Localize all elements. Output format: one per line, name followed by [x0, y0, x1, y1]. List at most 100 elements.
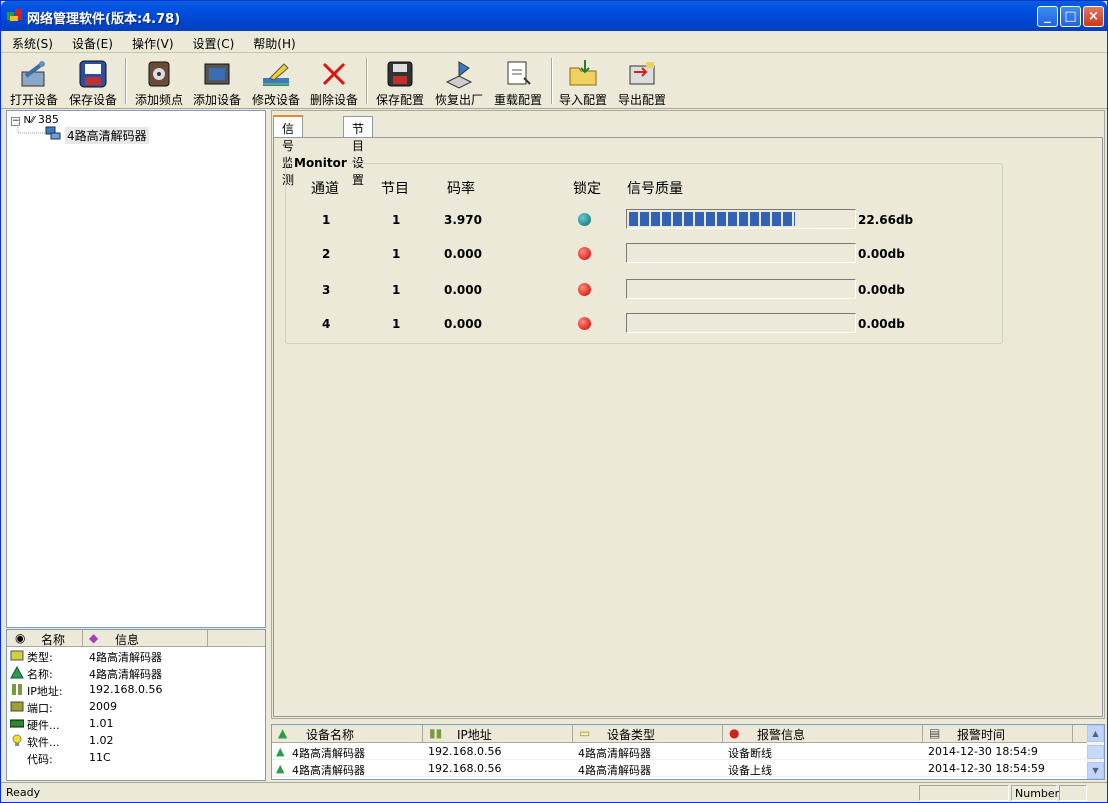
maximize-button[interactable]: □	[1060, 6, 1081, 27]
lock-fail-icon	[578, 247, 591, 260]
alarm-col-info[interactable]: ● 报警信息	[723, 725, 923, 743]
info-row-type: 类型: 4路高清解码器	[7, 647, 265, 664]
channel-value: 3	[322, 283, 331, 297]
channel-value: 2	[322, 247, 331, 261]
status-ready: Ready	[6, 786, 41, 799]
save-device-button[interactable]: 保存设备	[65, 56, 121, 107]
import-config-button[interactable]: 导入配置	[556, 56, 610, 107]
reload-config-button[interactable]: 重载配置	[490, 56, 546, 107]
type-col-icon: ▭	[579, 726, 591, 740]
signal-quality-bar	[626, 243, 856, 263]
alarm-scrollbar[interactable]: ▲ ▼	[1087, 725, 1104, 779]
title-bar[interactable]: 网络管理软件(版本:4.78) _ □ ×	[1, 1, 1107, 31]
alarm-row[interactable]: ▲ 4路高清解码器 192.168.0.56 4路高清解码器 设备上线 2014…	[272, 760, 1088, 777]
main-window: 网络管理软件(版本:4.78) _ □ × 系统(S) 设备(E) 操作(V) 设置(…	[0, 0, 1108, 803]
monitor-legend: Monitor	[292, 156, 349, 170]
clock-icon: ▤	[929, 726, 941, 740]
edit-device-button[interactable]: 修改设备	[249, 56, 303, 107]
name-icon	[10, 666, 24, 679]
export-config-icon	[629, 62, 655, 85]
window-title: 网络管理软件(版本:4.78)	[27, 12, 181, 27]
channel-value: 1	[322, 213, 331, 227]
bitrate-value: 3.970	[444, 213, 482, 227]
hardware-icon	[10, 719, 24, 728]
scroll-thumb[interactable]	[1087, 745, 1104, 759]
ip-icon	[12, 684, 22, 695]
port-icon	[10, 701, 24, 712]
export-config-button[interactable]: 导出配置	[615, 56, 669, 107]
lock-fail-icon	[578, 283, 591, 296]
device-tree[interactable]: − N⁄⁄ 385 4路高清解码器	[6, 110, 266, 628]
decoder-device-icon	[45, 126, 61, 140]
factory-reset-icon	[445, 61, 473, 89]
program-value: 1	[392, 247, 401, 261]
info-header-name[interactable]: 名称	[41, 631, 65, 648]
delete-device-icon	[322, 62, 346, 86]
alarm-col-type[interactable]: ▭ 设备类型	[573, 725, 723, 743]
close-button[interactable]: ×	[1083, 6, 1104, 27]
add-device-button[interactable]: 添加设备	[190, 56, 244, 107]
save-config-button[interactable]: 保存配置	[372, 56, 428, 107]
header-program: 节目	[381, 181, 409, 197]
factory-reset-button[interactable]: 恢复出厂	[431, 56, 487, 107]
signal-quality-text: 22.66db	[858, 213, 914, 227]
open-device-icon	[21, 61, 45, 87]
program-value: 1	[392, 317, 401, 331]
toolbar-separator	[551, 58, 553, 104]
signal-quality-bar	[626, 209, 856, 229]
toolbar: 打开设备 保存设备 添加频点 添加设备 修改设备 删除设备 保存配置 恢复出厂 …	[1, 54, 1107, 109]
scroll-down-icon[interactable]: ▼	[1087, 762, 1104, 779]
add-frequency-button[interactable]: 添加频点	[131, 56, 187, 107]
menu-system[interactable]: 系统(S)	[1, 31, 61, 52]
open-device-button[interactable]: 打开设备	[7, 56, 61, 107]
alarm-col-time[interactable]: ▤ 报警时间	[923, 725, 1073, 743]
bitrate-value: 0.000	[444, 283, 482, 297]
signal-quality-fill	[629, 212, 795, 226]
add-device-icon	[204, 63, 230, 85]
signal-quality-bar	[626, 279, 856, 299]
alarm-list[interactable]: ▲ 设备名称 ▮▮ IP地址 ▭ 设备类型 ● 报警信息 ▤ 报警时间 ▲ 4路高清解码器…	[271, 724, 1105, 780]
lock-fail-icon	[578, 317, 591, 330]
status-bar: Ready Number	[1, 782, 1107, 802]
alarm-col-name[interactable]: ▲ 设备名称	[272, 725, 423, 743]
program-value: 1	[392, 283, 401, 297]
toolbar-separator	[366, 58, 368, 104]
minimize-button[interactable]: _	[1037, 6, 1058, 27]
info-row-hardware: 硬件... 1.01	[7, 715, 265, 732]
alarm-col-ip[interactable]: ▮▮ IP地址	[423, 725, 573, 743]
tab-signal-monitor[interactable]: 信号监测	[273, 115, 304, 187]
header-quality: 信号质量	[627, 181, 683, 197]
bitrate-value: 0.000	[444, 247, 482, 261]
channel-value: 4	[322, 317, 331, 331]
scroll-up-icon[interactable]: ▲	[1087, 725, 1104, 742]
bitrate-value: 0.000	[444, 317, 482, 331]
save-config-icon	[387, 61, 413, 87]
toolbar-separator	[125, 58, 127, 104]
tab-program-settings[interactable]: 节目设置	[343, 116, 374, 187]
info-row-code: 代码: 11C	[27, 751, 111, 766]
menu-settings[interactable]: 设置(C)	[182, 31, 243, 52]
menu-device[interactable]: 设备(E)	[61, 31, 121, 52]
signal-quality-text: 0.00db	[858, 317, 905, 331]
alarm-header: ▲ 设备名称 ▮▮ IP地址 ▭ 设备类型 ● 报警信息 ▤ 报警时间	[272, 725, 1088, 743]
signal-quality-text: 0.00db	[858, 247, 905, 261]
device-info-panel: ◉ 名称 ◆ 信息 类型: 4路高清解码器 名称: 4路高清解码器 IP地址: 192…	[6, 629, 266, 781]
add-frequency-icon	[148, 61, 170, 87]
menu-help[interactable]: 帮助(H)	[242, 31, 303, 52]
menu-operation[interactable]: 操作(V)	[121, 31, 182, 52]
status-pane-empty	[1059, 785, 1087, 801]
tree-item-decoder[interactable]: 4路高清解码器	[65, 127, 149, 144]
program-value: 1	[392, 213, 401, 227]
header-bitrate: 码率	[447, 181, 475, 197]
info-header: ◉ 名称 ◆ 信息	[7, 630, 265, 647]
delete-device-button[interactable]: 删除设备	[307, 56, 361, 107]
reload-config-icon	[507, 61, 531, 85]
signal-quality-text: 0.00db	[858, 283, 905, 297]
header-lock: 锁定	[573, 181, 601, 197]
status-pane-empty	[919, 785, 1009, 801]
info-row-ip: IP地址: 192.168.0.56	[7, 681, 265, 698]
info-header-info[interactable]: 信息	[115, 631, 139, 648]
lock-ok-icon	[578, 213, 591, 226]
alarm-icon: ●	[729, 726, 740, 740]
alarm-row[interactable]: ▲ 4路高清解码器 192.168.0.56 4路高清解码器 设备断线 2014…	[272, 743, 1088, 760]
